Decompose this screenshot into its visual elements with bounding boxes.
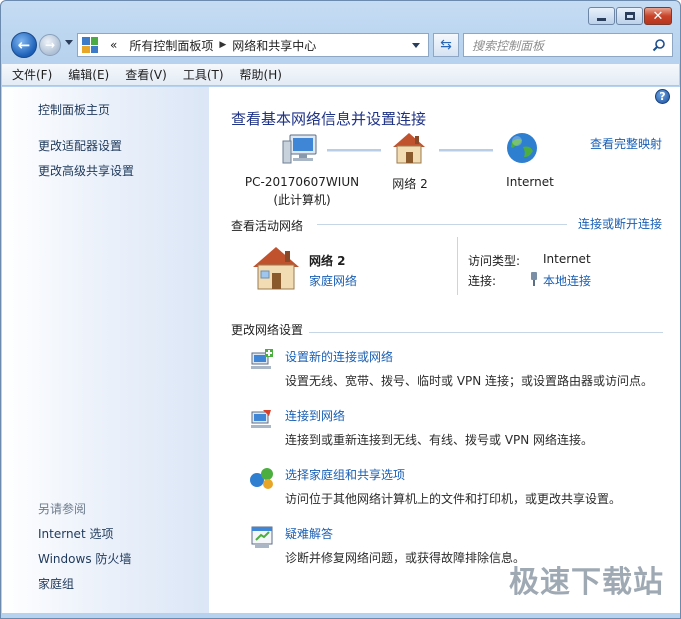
sidebar: 控制面板主页 更改适配器设置 更改高级共享设置 另请参阅 Internet 选项… [2,87,209,613]
menu-file[interactable]: 文件(F) [12,66,52,83]
back-arrow-icon: ← [17,36,31,54]
refresh-icon: ⇆ [440,37,452,53]
search-input[interactable]: 搜索控制面板 [463,33,673,57]
refresh-button[interactable]: ⇆ [433,33,459,57]
sidebar-link-adapter-settings[interactable]: 更改适配器设置 [38,137,122,154]
full-map-link[interactable]: 查看完整映射 [590,135,662,152]
maximize-button[interactable] [616,7,643,25]
close-icon: ✕ [652,8,664,24]
breadcrumb-network-center[interactable]: 网络和共享中心 [232,37,316,54]
connections-label: 连接: [468,274,497,288]
watermark: 极速下载站 [509,565,664,600]
sidebar-link-internet-options[interactable]: Internet 选项 [38,525,113,542]
menu-bar: 文件(F) 编辑(E) 查看(V) 工具(T) 帮助(H) [2,64,679,86]
help-icon[interactable]: ? [655,89,670,104]
task-connect-to-network-desc: 连接到或重新连接到无线、有线、拨号或 VPN 网络连接。 [285,433,594,447]
task-troubleshoot-desc: 诊断并修复网络问题，或获得故障排除信息。 [285,551,526,565]
computer-name: PC-20170607WIUN [244,175,360,189]
network-map-name: 网络 2 [392,177,428,191]
vertical-divider [457,237,458,295]
page-title: 查看基本网络信息并设置连接 [231,110,427,128]
maximize-icon [624,12,635,20]
caption-buttons: ✕ [588,7,672,25]
menu-edit[interactable]: 编辑(E) [68,66,109,83]
sidebar-link-windows-firewall[interactable]: Windows 防火墙 [38,550,131,567]
divider [309,332,663,333]
home-network-icon[interactable] [251,245,301,291]
breadcrumb-separator-icon[interactable]: ▶ [219,40,226,50]
internet-label: Internet [506,175,554,189]
sidebar-link-advanced-sharing[interactable]: 更改高级共享设置 [38,162,134,179]
navigation-bar: ← → « 所有控制面板项 ▶ 网络和共享中心 ⇆ 搜索控制面板 [9,31,674,59]
computer-subtitle: (此计算机) [273,193,331,207]
sidebar-link-control-panel-home[interactable]: 控制面板主页 [38,101,110,118]
menu-view[interactable]: 查看(V) [125,66,167,83]
main-content: ? 查看基本网络信息并设置连接 查看完整映射 PC-20170607WIUN (… [209,87,680,613]
close-button[interactable]: ✕ [644,7,672,25]
troubleshoot-icon[interactable] [249,524,275,550]
divider [317,224,567,225]
access-type-label: 访问类型: [468,254,521,268]
connect-network-icon[interactable] [249,406,275,432]
homegroup-icon[interactable] [249,465,275,491]
connection-line [327,149,381,152]
ethernet-plug-icon [531,272,537,286]
task-setup-new-connection-desc: 设置无线、宽带、拨号、临时或 VPN 连接；或设置路由器或访问点。 [285,374,654,388]
task-connect-to-network[interactable]: 连接到网络 [285,407,345,424]
new-connection-icon[interactable] [249,347,275,373]
forward-button[interactable]: → [39,34,61,56]
connection-line [439,149,493,152]
back-button[interactable]: ← [11,32,37,58]
sidebar-link-homegroup[interactable]: 家庭组 [38,575,74,592]
search-placeholder: 搜索控制面板 [472,38,545,53]
recent-pages-dropdown[interactable] [65,40,73,45]
internet-globe-icon[interactable] [505,131,539,165]
minimize-icon [597,17,606,21]
search-icon[interactable] [652,38,666,52]
forward-arrow-icon: → [44,38,56,52]
minimize-button[interactable] [588,7,615,25]
active-networks-heading: 查看活动网络 [231,219,304,233]
task-troubleshoot[interactable]: 疑难解答 [285,525,333,542]
network-house-icon[interactable] [391,131,427,165]
task-homegroup-sharing[interactable]: 选择家庭组和共享选项 [285,466,405,483]
see-also-heading: 另请参阅 [38,502,87,516]
access-type-value: Internet [543,252,591,266]
control-panel-icon [82,37,98,53]
address-bar[interactable]: « 所有控制面板项 ▶ 网络和共享中心 [77,33,429,57]
change-settings-heading: 更改网络设置 [231,323,304,337]
breadcrumb-all-items[interactable]: 所有控制面板项 [129,37,213,54]
connect-disconnect-link[interactable]: 连接或断开连接 [578,215,662,232]
menu-help[interactable]: 帮助(H) [240,66,282,83]
computer-icon[interactable] [281,133,319,167]
menu-tools[interactable]: 工具(T) [183,66,224,83]
local-connection-link[interactable]: 本地连接 [543,272,591,289]
breadcrumb-overflow[interactable]: « [110,38,117,52]
network-type-link[interactable]: 家庭网络 [309,272,357,289]
task-homegroup-sharing-desc: 访问位于其他网络计算机上的文件和打印机，或更改共享设置。 [285,492,622,506]
task-setup-new-connection[interactable]: 设置新的连接或网络 [285,348,393,365]
window: ✕ ← → « 所有控制面板项 ▶ 网络和共享中心 ⇆ 搜索控制面板 文件(F)… [0,0,681,619]
address-dropdown-icon[interactable] [412,43,420,48]
active-network-name: 网络 2 [309,254,346,268]
